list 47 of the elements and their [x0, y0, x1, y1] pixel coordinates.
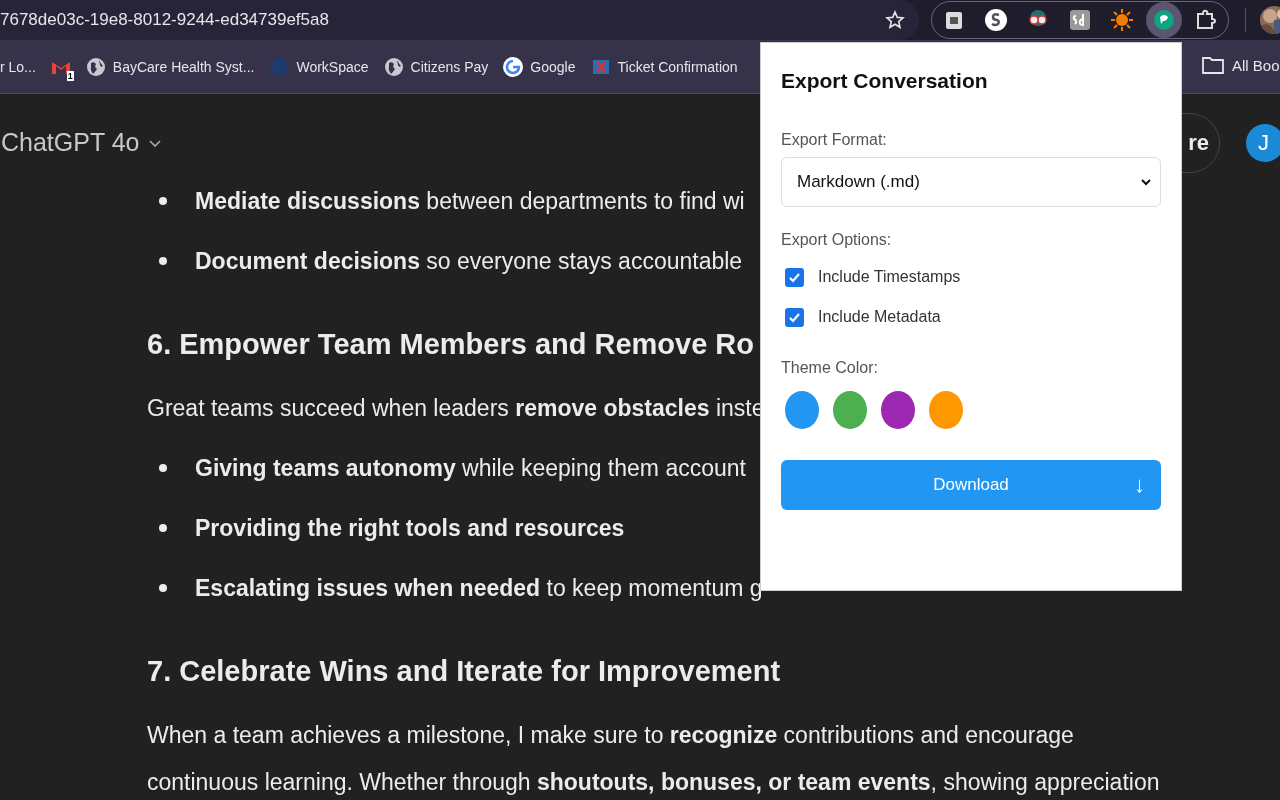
bullet-text: Document decisions so everyone stays accountable	[195, 247, 743, 275]
section-heading: 7. Celebrate Wins and Iterate for Improvement	[147, 653, 781, 689]
unread-count: 1	[66, 70, 74, 81]
field-label: Export Options:	[781, 231, 893, 249]
color-swatch[interactable]	[929, 391, 963, 429]
bullet-dot	[159, 524, 167, 532]
bookmark[interactable]: r Lo...	[0, 58, 36, 75]
chat-bubble-icon[interactable]	[1146, 2, 1182, 38]
checkbox[interactable]	[785, 267, 804, 287]
bullet-text: Providing the right tools and resources	[195, 514, 625, 542]
bullet-text: Mediate discussions between departments to find wi	[195, 187, 745, 215]
field-label: Theme Color:	[781, 359, 879, 377]
color-swatch[interactable]	[833, 391, 867, 429]
bookmark[interactable]: BayCare Health Syst...	[112, 58, 255, 75]
google-icon	[503, 56, 524, 77]
model-selector[interactable]: ChatGPT 4o	[1, 128, 140, 157]
bookmark[interactable]: Google	[530, 58, 576, 75]
field-label: Export Format:	[781, 131, 888, 149]
avatar[interactable]: J	[1246, 124, 1280, 162]
checkbox-label[interactable]: Include Metadata	[818, 308, 941, 326]
chevron-icon	[1140, 176, 1152, 188]
bullet-text: Giving teams autonomy while keeping them account	[195, 454, 746, 482]
puzzle-icon[interactable]	[1194, 8, 1218, 32]
bullet-dot	[159, 584, 167, 592]
bookmark-folder[interactable]: All Boo	[1232, 56, 1280, 74]
sun-icon[interactable]	[1110, 8, 1134, 32]
format-dropdown[interactable]: Markdown (.md)	[781, 157, 1161, 207]
color-swatch[interactable]	[785, 391, 819, 429]
color-swatch[interactable]	[881, 391, 915, 429]
checkbox[interactable]	[785, 307, 804, 327]
star-icon[interactable]	[885, 10, 905, 30]
folder-icon[interactable]	[1202, 55, 1224, 75]
s-logo-icon[interactable]	[984, 8, 1008, 32]
bullet-dot	[159, 257, 167, 265]
globe-icon	[383, 56, 404, 77]
bullet-dot	[159, 197, 167, 205]
bookmark[interactable]: Citizens Pay	[410, 58, 489, 75]
popup-title: Export Conversation	[781, 69, 989, 93]
checkbox-label[interactable]: Include Timestamps	[818, 268, 961, 286]
bullet-dot	[159, 464, 167, 472]
bookmark[interactable]: WorkSpace	[296, 58, 369, 75]
bookmark[interactable]: Ticket Confirmation	[617, 58, 738, 75]
section-heading: 6. Empower Team Members and Remove Ro	[147, 326, 755, 362]
sd-logo-icon[interactable]	[1068, 8, 1092, 32]
paragraph: When a team achieves a milestone, I make sure to recognize contributions and encourage continuous learning. Whether through shoutouts, bonuses, or team events, showing appreciation	[147, 721, 1161, 797]
workspace-icon	[269, 56, 290, 77]
globe-icon	[85, 56, 106, 77]
